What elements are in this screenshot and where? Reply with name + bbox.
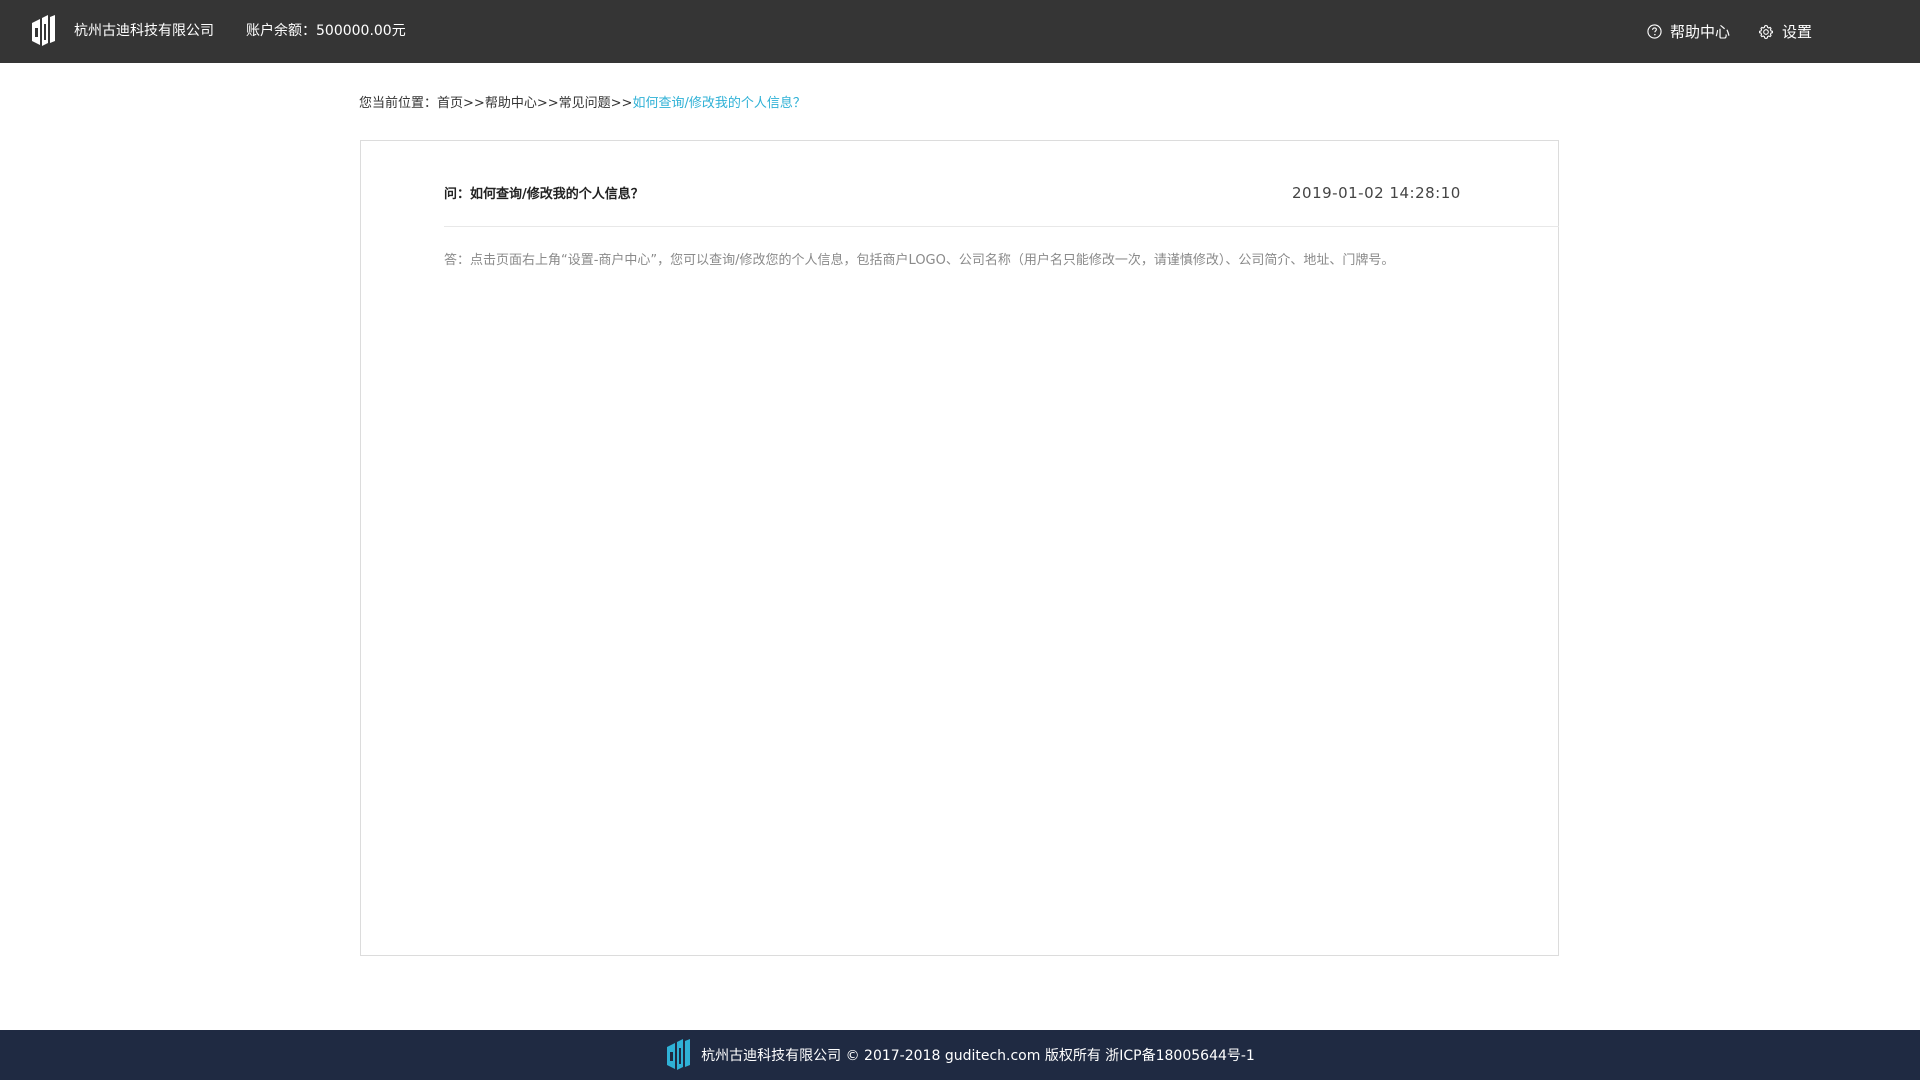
help-center-label: 帮助中心 [1669,23,1730,41]
breadcrumb-help-center[interactable]: 帮助中心 [485,96,537,111]
header-nav: 帮助中心 设置 [1619,0,1812,63]
breadcrumb-separator: >> [463,96,485,111]
breadcrumb-current: 如何查询/修改我的个人信息？ [632,96,806,111]
breadcrumb-home[interactable]: 首页 [437,96,463,111]
gear-icon [1759,24,1773,39]
faq-date: 2019-01-02 14:28:10 [1292,184,1461,202]
company-name: 杭州古迪科技有限公司 [74,23,214,39]
breadcrumb: 您当前位置：首页>>帮助中心>>常见问题>>如何查询/修改我的个人信息？ [359,92,806,111]
company-logo-icon[interactable] [30,15,56,47]
settings-label: 设置 [1781,23,1812,41]
breadcrumb-faq[interactable]: 常见问题 [559,96,611,111]
top-header: 杭州古迪科技有限公司 账户余额：500000.00元 帮助中心 设置 [0,0,1920,63]
faq-question: 问：如何查询/修改我的个人信息？ [444,187,644,202]
company-logo-icon [667,1039,691,1070]
breadcrumb-prefix: 您当前位置： [359,96,438,111]
footer-copyright: 杭州古迪科技有限公司 © 2017-2018 guditech.com 版权所有… [701,1048,1255,1064]
faq-answer: 答：点击页面右上角“设置-商户中心”，您可以查询/修改您的个人信息，包括商户LO… [444,253,1395,268]
settings-link[interactable]: 设置 [1758,21,1812,42]
question-row: 问：如何查询/修改我的个人信息？ 2019-01-02 14:28:10 [444,141,1559,227]
footer: 杭州古迪科技有限公司 © 2017-2018 guditech.com 版权所有… [0,1030,1920,1080]
question-circle-icon [1647,24,1662,39]
faq-panel: 问：如何查询/修改我的个人信息？ 2019-01-02 14:28:10 答：点… [360,140,1559,956]
breadcrumb-separator: >> [610,96,633,111]
account-balance: 账户余额：500000.00元 [246,23,406,39]
breadcrumb-separator: >> [536,96,559,111]
help-center-link[interactable]: 帮助中心 [1647,21,1730,42]
